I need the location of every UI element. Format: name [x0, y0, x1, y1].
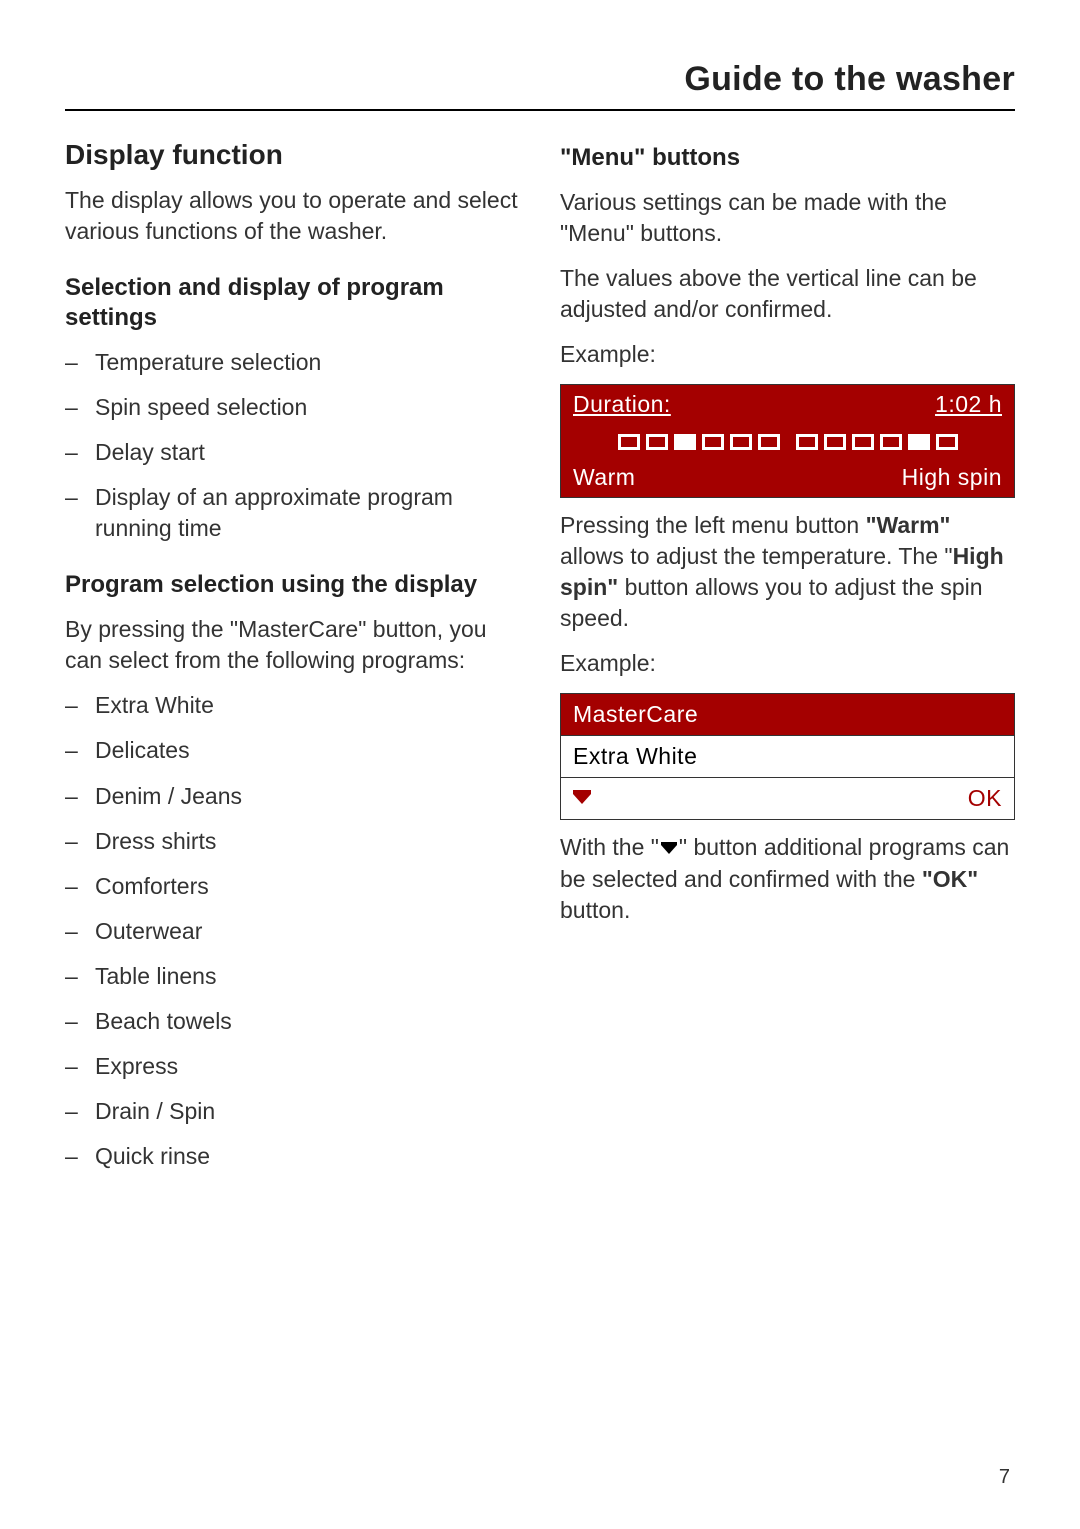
lcd-row-options: Warm High spin	[561, 458, 1014, 497]
list-item: Display of an approximate program runnin…	[65, 482, 520, 544]
segment-icon	[758, 434, 780, 450]
list-item: Express	[65, 1051, 520, 1082]
mastercare-intro: By pressing the "MasterCare" button, you…	[65, 614, 520, 676]
segment-icon	[880, 434, 902, 450]
list-item: Outerwear	[65, 916, 520, 947]
lcd-mastercare-item: Extra White	[560, 736, 1015, 778]
menu-buttons-p2: The values above the vertical line can b…	[560, 263, 1015, 325]
display-function-heading: Display function	[65, 139, 520, 171]
program-selection-subhead: Program selection using the display	[65, 570, 520, 600]
display-function-intro: The display allows you to operate and se…	[65, 185, 520, 247]
segment-icon	[908, 434, 930, 450]
segment-icon	[824, 434, 846, 450]
text-fragment: button.	[560, 897, 630, 923]
segment-group-right	[796, 434, 958, 450]
segment-icon	[796, 434, 818, 450]
lcd-row-duration: Duration: 1:02 h	[561, 385, 1014, 424]
text-fragment: button allows you to adjust the spin spe…	[560, 574, 983, 631]
list-item: Denim / Jeans	[65, 781, 520, 812]
segment-group-left	[618, 434, 780, 450]
example-label-2: Example:	[560, 648, 1015, 679]
list-item: Spin speed selection	[65, 392, 520, 423]
segment-icon	[674, 434, 696, 450]
down-arrow-icon	[661, 845, 677, 854]
warm-label: Warm	[573, 464, 635, 491]
program-settings-list: Temperature selection Spin speed selecti…	[65, 347, 520, 544]
duration-value: 1:02 h	[935, 391, 1002, 418]
mastercare-program-list: Extra White Delicates Denim / Jeans Dres…	[65, 690, 520, 1172]
list-item: Table linens	[65, 961, 520, 992]
mastercare-title-text: MasterCare	[573, 701, 698, 728]
duration-label: Duration:	[573, 391, 671, 418]
text-fragment: With the "	[560, 834, 659, 860]
list-item: Quick rinse	[65, 1141, 520, 1172]
segment-icon	[618, 434, 640, 450]
segment-icon	[936, 434, 958, 450]
warm-highspin-paragraph: Pressing the left menu button "Warm" all…	[560, 510, 1015, 634]
right-column: "Menu" buttons Various settings can be m…	[560, 139, 1015, 1188]
text-fragment: allows to adjust the temperature. The "	[560, 543, 953, 569]
down-arrow-icon	[573, 794, 591, 804]
ok-label: OK	[968, 785, 1002, 812]
segment-icon	[730, 434, 752, 450]
high-spin-label: High spin	[902, 464, 1002, 491]
mastercare-item-text: Extra White	[573, 743, 697, 770]
segment-icon	[852, 434, 874, 450]
segment-icon	[646, 434, 668, 450]
warm-bold: "Warm"	[866, 512, 951, 538]
lcd-display-mastercare: MasterCare Extra White OK	[560, 693, 1015, 820]
lcd-mastercare-title: MasterCare	[560, 693, 1015, 736]
list-item: Extra White	[65, 690, 520, 721]
page-header: Guide to the washer	[65, 60, 1015, 111]
example-label-1: Example:	[560, 339, 1015, 370]
page-number: 7	[999, 1466, 1010, 1489]
lcd-mastercare-controls: OK	[560, 778, 1015, 820]
segment-icon	[702, 434, 724, 450]
list-item: Delay start	[65, 437, 520, 468]
program-settings-subhead: Selection and display of program setting…	[65, 273, 520, 333]
left-column: Display function The display allows you …	[65, 139, 520, 1188]
text-fragment: Pressing the left menu button	[560, 512, 866, 538]
menu-buttons-subhead: "Menu" buttons	[560, 143, 1015, 173]
ok-bold: "OK"	[922, 866, 978, 892]
list-item: Beach towels	[65, 1006, 520, 1037]
menu-buttons-p1: Various settings can be made with the "M…	[560, 187, 1015, 249]
lcd-display-duration: Duration: 1:02 h	[560, 384, 1015, 498]
list-item: Delicates	[65, 735, 520, 766]
list-item: Comforters	[65, 871, 520, 902]
ok-paragraph: With the "" button additional programs c…	[560, 832, 1015, 925]
list-item: Drain / Spin	[65, 1096, 520, 1127]
list-item: Dress shirts	[65, 826, 520, 857]
lcd-row-segments	[561, 424, 1014, 458]
list-item: Temperature selection	[65, 347, 520, 378]
two-column-layout: Display function The display allows you …	[65, 139, 1015, 1188]
